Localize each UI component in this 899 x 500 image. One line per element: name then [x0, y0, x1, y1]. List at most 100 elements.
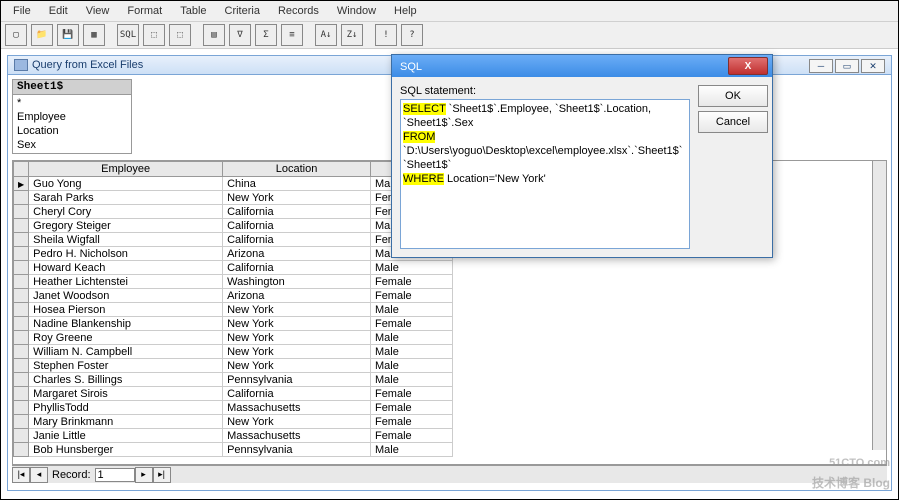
cell[interactable]: California: [223, 387, 371, 401]
sort-asc-button[interactable]: A↓: [315, 24, 337, 46]
cell[interactable]: Charles S. Billings: [29, 373, 223, 387]
nav-next-button[interactable]: ▸: [135, 467, 153, 483]
row-selector[interactable]: [14, 373, 29, 387]
cell[interactable]: Female: [370, 275, 452, 289]
table-row[interactable]: Howard KeachCaliforniaMale: [14, 261, 453, 275]
menu-edit[interactable]: Edit: [41, 3, 76, 19]
row-selector[interactable]: [14, 359, 29, 373]
field-item[interactable]: Sex: [17, 138, 127, 152]
menu-window[interactable]: Window: [329, 3, 384, 19]
cell[interactable]: Male: [370, 443, 452, 457]
field-item[interactable]: Employee: [17, 110, 127, 124]
row-selector[interactable]: [14, 247, 29, 261]
sum-button[interactable]: Σ: [255, 24, 277, 46]
row-selector[interactable]: [14, 219, 29, 233]
cell[interactable]: Janie Little: [29, 429, 223, 443]
cell[interactable]: New York: [223, 359, 371, 373]
table-row[interactable]: Pedro H. NicholsonArizonaMale: [14, 247, 453, 261]
cell[interactable]: Margaret Sirois: [29, 387, 223, 401]
cell[interactable]: New York: [223, 345, 371, 359]
cell[interactable]: Female: [370, 415, 452, 429]
rel1-button[interactable]: ⬚: [143, 24, 165, 46]
field-item[interactable]: *: [17, 96, 127, 110]
cell[interactable]: William N. Campbell: [29, 345, 223, 359]
cell[interactable]: Heather Lichtenstei: [29, 275, 223, 289]
filter-button[interactable]: ∇: [229, 24, 251, 46]
cell[interactable]: Female: [370, 401, 452, 415]
table-row[interactable]: William N. CampbellNew YorkMale: [14, 345, 453, 359]
row-selector[interactable]: [14, 401, 29, 415]
row-selector[interactable]: [14, 261, 29, 275]
nav-first-button[interactable]: |◂: [12, 467, 30, 483]
cell[interactable]: California: [223, 233, 371, 247]
cell[interactable]: Female: [370, 387, 452, 401]
cell[interactable]: Washington: [223, 275, 371, 289]
menu-file[interactable]: File: [5, 3, 39, 19]
field-item[interactable]: Location: [17, 124, 127, 138]
save-button[interactable]: 💾: [57, 24, 79, 46]
table-row[interactable]: Mary BrinkmannNew YorkFemale: [14, 415, 453, 429]
cell[interactable]: Hosea Pierson: [29, 303, 223, 317]
table-row[interactable]: Charles S. BillingsPennsylvaniaMale: [14, 373, 453, 387]
cell[interactable]: Female: [370, 429, 452, 443]
cell[interactable]: Janet Woodson: [29, 289, 223, 303]
dialog-close-button[interactable]: X: [728, 57, 768, 75]
cell[interactable]: Female: [370, 317, 452, 331]
table-row[interactable]: Gregory SteigerCaliforniaMale: [14, 219, 453, 233]
cell[interactable]: Roy Greene: [29, 331, 223, 345]
row-selector[interactable]: [14, 289, 29, 303]
table-row[interactable]: Heather LichtensteiWashingtonFemale: [14, 275, 453, 289]
cell[interactable]: China: [223, 177, 371, 191]
table-row[interactable]: Guo YongChinaMale: [14, 177, 453, 191]
cell[interactable]: Massachusetts: [223, 429, 371, 443]
cell[interactable]: Gregory Steiger: [29, 219, 223, 233]
table-row[interactable]: Sarah ParksNew YorkFemale: [14, 191, 453, 205]
cell[interactable]: Male: [370, 345, 452, 359]
table-row[interactable]: Janet WoodsonArizonaFemale: [14, 289, 453, 303]
row-selector[interactable]: [14, 387, 29, 401]
cancel-button[interactable]: Cancel: [698, 111, 768, 133]
row-selector[interactable]: [14, 205, 29, 219]
table-row[interactable]: Stephen FosterNew YorkMale: [14, 359, 453, 373]
cell[interactable]: Male: [370, 303, 452, 317]
row-selector[interactable]: [14, 331, 29, 345]
exec-button[interactable]: !: [375, 24, 397, 46]
cell[interactable]: Male: [370, 373, 452, 387]
cell[interactable]: Female: [370, 289, 452, 303]
ok-button[interactable]: OK: [698, 85, 768, 107]
cell[interactable]: Bob Hunsberger: [29, 443, 223, 457]
cell[interactable]: Sarah Parks: [29, 191, 223, 205]
menu-criteria[interactable]: Criteria: [217, 3, 268, 19]
cell[interactable]: New York: [223, 415, 371, 429]
cell[interactable]: Cheryl Cory: [29, 205, 223, 219]
table-row[interactable]: Margaret SiroisCaliforniaFemale: [14, 387, 453, 401]
table-row[interactable]: PhyllisToddMassachusettsFemale: [14, 401, 453, 415]
row-selector[interactable]: [14, 429, 29, 443]
table-row[interactable]: Cheryl CoryCaliforniaFemale: [14, 205, 453, 219]
cell[interactable]: Male: [370, 261, 452, 275]
table-button[interactable]: ▦: [83, 24, 105, 46]
table-field-pane[interactable]: Sheet1$ *EmployeeLocationSex: [12, 79, 132, 154]
row-selector[interactable]: [14, 191, 29, 205]
cell[interactable]: Nadine Blankenship: [29, 317, 223, 331]
column-header[interactable]: Employee: [29, 162, 223, 177]
menu-format[interactable]: Format: [119, 3, 170, 19]
column-header[interactable]: Location: [223, 162, 371, 177]
cell[interactable]: New York: [223, 303, 371, 317]
row-selector[interactable]: [14, 233, 29, 247]
cell[interactable]: Male: [370, 331, 452, 345]
help-button[interactable]: ?: [401, 24, 423, 46]
cell[interactable]: PhyllisTodd: [29, 401, 223, 415]
cell[interactable]: Guo Yong: [29, 177, 223, 191]
cell[interactable]: Pennsylvania: [223, 443, 371, 457]
row-selector[interactable]: [14, 317, 29, 331]
cell[interactable]: Sheila Wigfall: [29, 233, 223, 247]
cell[interactable]: California: [223, 205, 371, 219]
new-button[interactable]: ▢: [5, 24, 27, 46]
sql-textarea[interactable]: SELECT `Sheet1$`.Employee, `Sheet1$`.Loc…: [400, 99, 690, 249]
table-row[interactable]: Roy GreeneNew YorkMale: [14, 331, 453, 345]
cell[interactable]: California: [223, 261, 371, 275]
cell[interactable]: Pennsylvania: [223, 373, 371, 387]
cell[interactable]: Arizona: [223, 289, 371, 303]
nav-prev-button[interactable]: ◂: [30, 467, 48, 483]
